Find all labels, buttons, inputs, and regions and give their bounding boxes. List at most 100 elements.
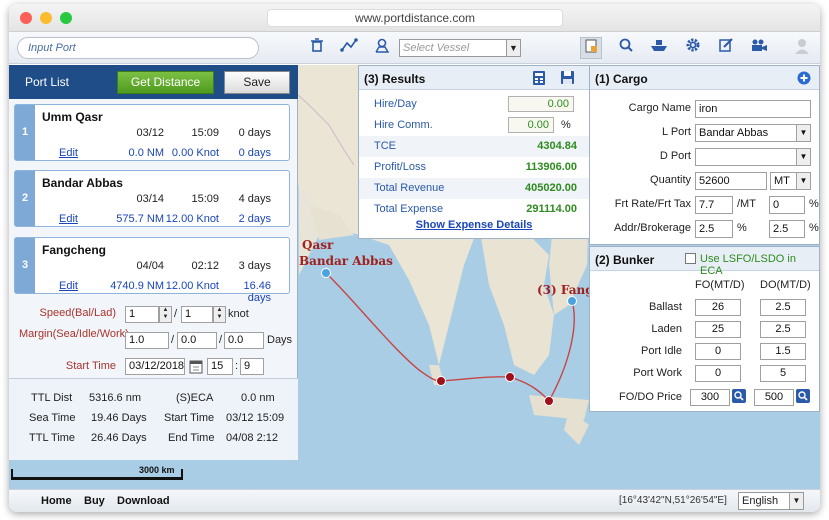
laden-do-input[interactable]: 2.5: [760, 321, 806, 338]
quantity-input[interactable]: 52600: [695, 172, 767, 190]
route-icon[interactable]: [338, 37, 360, 59]
laden-label: Laden: [651, 323, 682, 335]
end-time-value: 04/08 2:12: [226, 432, 278, 444]
speed-laden-input[interactable]: 1: [181, 306, 213, 323]
do-price-search-icon[interactable]: [796, 389, 810, 403]
cargo-name-input[interactable]: iron: [695, 100, 811, 118]
laden-fo-input[interactable]: 25: [695, 321, 741, 338]
chevron-down-icon: ▼: [789, 493, 803, 509]
revenue-value: 405020.00: [525, 182, 577, 194]
freight-tax-input[interactable]: 0: [769, 196, 805, 214]
gear-icon[interactable]: [682, 37, 704, 59]
eca-checkbox[interactable]: [685, 253, 696, 264]
do-header: DO(MT/D): [760, 279, 811, 291]
revenue-row: Total Revenue 405020.00: [359, 178, 589, 199]
chevron-down-icon: ▼: [796, 125, 810, 141]
ballast-do-input[interactable]: 2.5: [760, 299, 806, 316]
seca-value: 0.0 nm: [241, 392, 275, 404]
do-price-input[interactable]: 500: [754, 389, 794, 406]
load-port-label: L Port: [662, 126, 691, 138]
port-sea-days: 0 days: [238, 147, 271, 159]
tce-label: TCE: [374, 140, 396, 152]
port-work-do-input[interactable]: 5: [760, 365, 806, 382]
slash-separator: /: [171, 334, 175, 346]
speed-laden-stepper[interactable]: ▲ ▼: [213, 306, 226, 323]
buy-link[interactable]: Buy: [84, 495, 105, 507]
end-time-label: End Time: [168, 432, 215, 444]
save-button[interactable]: Save: [224, 71, 290, 94]
select-vessel-placeholder: Select Vessel: [403, 42, 470, 54]
port-idle-label: Port Idle: [641, 345, 682, 357]
hire-comm-percent: %: [561, 119, 571, 131]
hire-day-input[interactable]: 0.00: [508, 96, 574, 112]
expense-row: Total Expense 291114.00: [359, 199, 589, 220]
select-vessel-dropdown[interactable]: Select Vessel ▼: [399, 39, 521, 57]
ship-icon[interactable]: [648, 37, 670, 59]
discharge-port-select[interactable]: ▼: [695, 148, 811, 166]
show-expense-details-link[interactable]: Show Expense Details: [359, 219, 589, 231]
port-work-fo-input[interactable]: 0: [695, 365, 741, 382]
map-pin-icon[interactable]: [371, 37, 393, 59]
fo-price-search-icon[interactable]: [732, 389, 746, 403]
margin-sea-input[interactable]: 1.0: [125, 332, 169, 349]
add-cargo-icon[interactable]: [797, 71, 811, 85]
freight-tax-percent: %: [809, 198, 819, 210]
sea-time-value: 19.46 Days: [91, 412, 147, 424]
port-card[interactable]: 1 Umm Qasr 03/12 15:09 0 days Edit 0.0 N…: [14, 104, 290, 161]
port-idle-fo-input[interactable]: 0: [695, 343, 741, 360]
input-port-field[interactable]: Input Port: [17, 37, 259, 59]
save-results-icon[interactable]: [560, 70, 575, 85]
download-link[interactable]: Download: [117, 495, 170, 507]
fo-price-input[interactable]: 300: [690, 389, 730, 406]
port-arrival-date: 03/12: [136, 127, 164, 139]
brokerage-input[interactable]: 2.5: [769, 220, 805, 238]
port-speed: 12.00 Knot: [165, 213, 219, 225]
address-bar[interactable]: www.portdistance.com: [267, 9, 563, 27]
close-window-button[interactable]: [20, 12, 32, 24]
start-date-input[interactable]: 03/12/2018: [125, 358, 185, 375]
port-list-title: Port List: [25, 75, 70, 89]
port-name: Bandar Abbas: [42, 176, 123, 190]
hire-comm-input[interactable]: 0.00: [508, 117, 554, 133]
expense-value: 291114.00: [526, 203, 577, 215]
get-distance-button[interactable]: Get Distance: [117, 71, 214, 94]
port-idle-do-input[interactable]: 1.5: [760, 343, 806, 360]
addr-input[interactable]: 2.5: [695, 220, 733, 238]
bunker-header: (2) Bunker Use LSFO/LSDO in ECA: [590, 247, 819, 277]
load-port-select[interactable]: Bandar Abbas ▼: [695, 124, 811, 142]
port-arrival-time: 15:09: [191, 193, 219, 205]
edit-icon[interactable]: [715, 37, 737, 59]
trash-icon[interactable]: [306, 37, 328, 59]
addr-percent: %: [737, 222, 747, 234]
quantity-unit-select[interactable]: MT ▼: [770, 172, 811, 190]
port-name: Fangcheng: [42, 243, 107, 257]
start-minute-input[interactable]: 9: [240, 358, 264, 375]
edit-port-link[interactable]: Edit: [59, 213, 78, 225]
speed-ballast-input[interactable]: 1: [125, 306, 159, 323]
margin-idle-input[interactable]: 0.0: [177, 332, 217, 349]
maximize-window-button[interactable]: [60, 12, 72, 24]
speed-ballast-stepper[interactable]: ▲ ▼: [159, 306, 172, 323]
user-avatar-icon[interactable]: [791, 37, 813, 59]
home-link[interactable]: Home: [41, 495, 72, 507]
language-select[interactable]: English ▼: [738, 492, 804, 510]
search-icon[interactable]: [615, 37, 637, 59]
edit-port-link[interactable]: Edit: [59, 280, 78, 292]
video-camera-icon[interactable]: [748, 37, 770, 59]
port-stay-days: 0 days: [238, 127, 271, 139]
calculator-icon[interactable]: [532, 70, 546, 86]
port-card[interactable]: 3 Fangcheng 04/04 02:12 3 days Edit 4740…: [14, 237, 290, 304]
ballast-fo-input[interactable]: 26: [695, 299, 741, 316]
margin-work-input[interactable]: 0.0: [224, 332, 264, 349]
edit-port-link[interactable]: Edit: [59, 147, 78, 159]
port-stay-days: 4 days: [238, 193, 271, 205]
port-card[interactable]: 2 Bandar Abbas 03/14 15:09 4 days Edit 5…: [14, 170, 290, 227]
freight-rate-input[interactable]: 7.7: [695, 196, 733, 214]
start-time-label: Start Time: [65, 360, 116, 372]
minimize-window-button[interactable]: [40, 12, 52, 24]
start-hour-input[interactable]: 15: [207, 358, 233, 375]
ttl-dist-label: TTL Dist: [31, 392, 73, 404]
ledger-icon[interactable]: [580, 37, 602, 59]
seca-label: (S)ECA: [176, 392, 214, 404]
calendar-icon[interactable]: [189, 358, 203, 374]
